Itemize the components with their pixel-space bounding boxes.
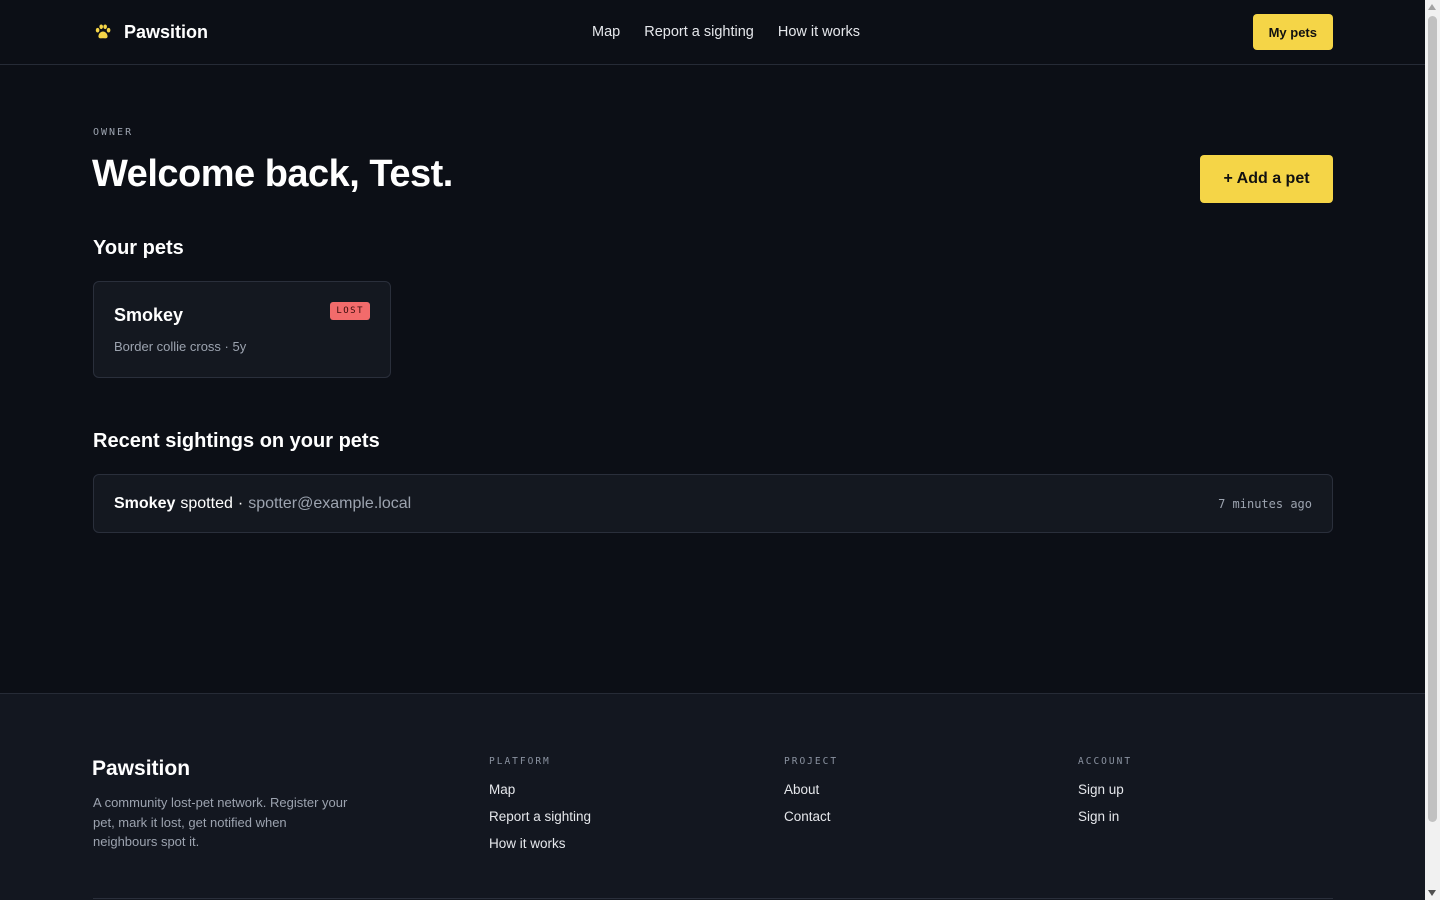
sighting-verb: spotted xyxy=(180,494,233,512)
paw-icon xyxy=(92,21,114,43)
footer-link-contact[interactable]: Contact xyxy=(784,808,838,825)
vertical-scrollbar[interactable] xyxy=(1425,0,1440,900)
my-pets-button[interactable]: My pets xyxy=(1252,14,1333,50)
pet-card[interactable]: Smokey LOST Border collie cross · 5y xyxy=(93,281,391,378)
footer-column-account: ACCOUNT Sign up Sign in xyxy=(1078,756,1132,835)
footer-link-sign-up[interactable]: Sign up xyxy=(1078,781,1132,798)
footer-description: A community lost-pet network. Register y… xyxy=(93,795,348,849)
nav-report-sighting[interactable]: Report a sighting xyxy=(644,24,754,40)
footer-link-report-sighting[interactable]: Report a sighting xyxy=(489,808,591,825)
footer-column-platform: PLATFORM Map Report a sighting How it wo… xyxy=(489,756,591,862)
owner-eyebrow: OWNER xyxy=(93,127,134,138)
footer-link-map[interactable]: Map xyxy=(489,781,591,798)
footer-divider xyxy=(93,898,1333,899)
footer-heading-platform: PLATFORM xyxy=(489,756,551,767)
page: Pawsition Map Report a sighting How it w… xyxy=(0,0,1425,900)
lost-status-badge: LOST xyxy=(330,302,370,320)
sighting-separator: · xyxy=(237,494,244,512)
footer-link-sign-in[interactable]: Sign in xyxy=(1078,808,1132,825)
page-title: Welcome back, Test. xyxy=(92,153,453,195)
footer-heading-project: PROJECT xyxy=(784,756,839,767)
scroll-up-arrow-icon[interactable] xyxy=(1428,4,1436,10)
sighting-time: 7 minutes ago xyxy=(1218,496,1312,511)
scrollbar-thumb[interactable] xyxy=(1428,16,1437,822)
site-footer: Pawsition A community lost-pet network. … xyxy=(0,693,1425,900)
brand-link[interactable]: Pawsition xyxy=(92,21,208,43)
nav-how-it-works[interactable]: How it works xyxy=(778,24,860,40)
footer-link-about[interactable]: About xyxy=(784,781,838,798)
nav-map[interactable]: Map xyxy=(592,24,620,40)
pet-name: Smokey xyxy=(114,305,184,325)
main-nav: Map Report a sighting How it works xyxy=(592,0,860,64)
sighting-pet-name: Smokey xyxy=(114,494,176,512)
dashboard-main: OWNER Welcome back, Test. + Add a pet Yo… xyxy=(0,65,1425,693)
footer-brand: Pawsition xyxy=(92,757,191,780)
scroll-down-arrow-icon[interactable] xyxy=(1428,890,1436,896)
footer-column-project: PROJECT About Contact xyxy=(784,756,838,835)
add-pet-button[interactable]: + Add a pet xyxy=(1200,155,1333,203)
pet-meta: Border collie cross · 5y xyxy=(114,339,247,354)
footer-heading-account: ACCOUNT xyxy=(1078,756,1133,767)
site-header: Pawsition Map Report a sighting How it w… xyxy=(0,0,1425,65)
sighting-spotter: spotter@example.local xyxy=(248,494,412,512)
sighting-row[interactable]: Smokey spotted · spotter@example.local 7… xyxy=(93,474,1333,533)
your-pets-heading: Your pets xyxy=(93,237,184,259)
recent-sightings-heading: Recent sightings on your pets xyxy=(93,430,380,452)
footer-link-how-it-works[interactable]: How it works xyxy=(489,835,591,852)
brand-name: Pawsition xyxy=(124,21,209,42)
